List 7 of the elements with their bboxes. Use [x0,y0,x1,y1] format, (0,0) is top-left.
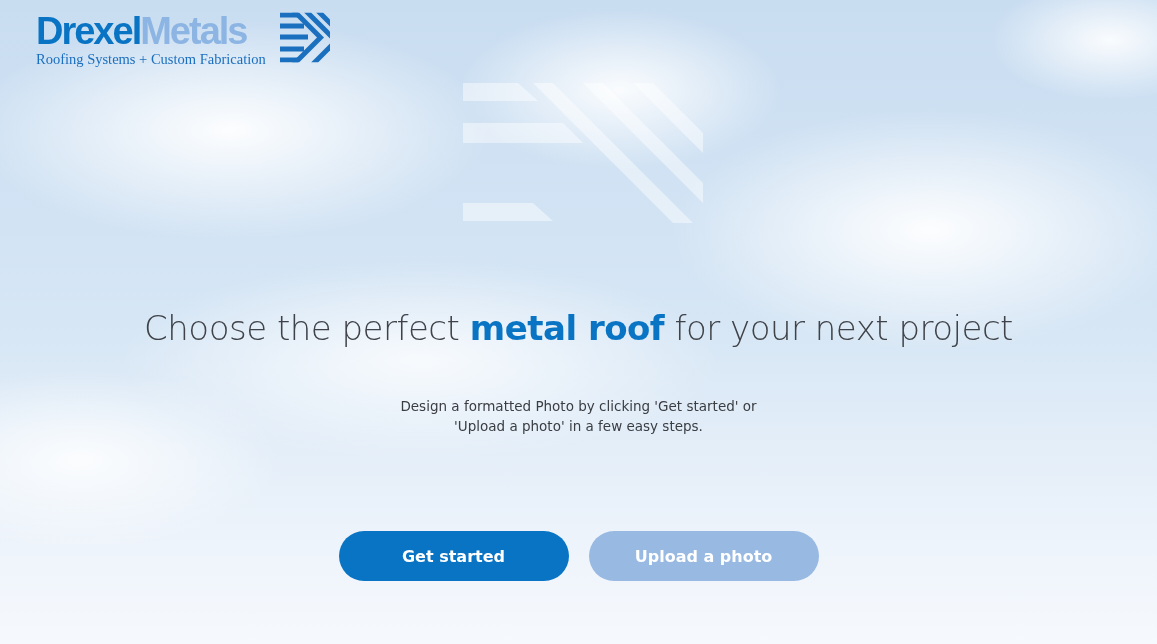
primary-button[interactable]: Get started [338,531,569,581]
logo-wordmark: Metals [140,12,247,50]
headline: Choose the perfect metal roof for your next project [144,308,1013,348]
logo-stripes-icon [279,12,330,63]
logo-wordmark: Drexel [36,12,141,50]
description: Design a formatted Photo by clicking 'Get started' or 'Upload a photo' in a few easy steps. [399,397,758,436]
logo-tagline: Roofing Systems + Custom Fabrication [36,51,266,68]
